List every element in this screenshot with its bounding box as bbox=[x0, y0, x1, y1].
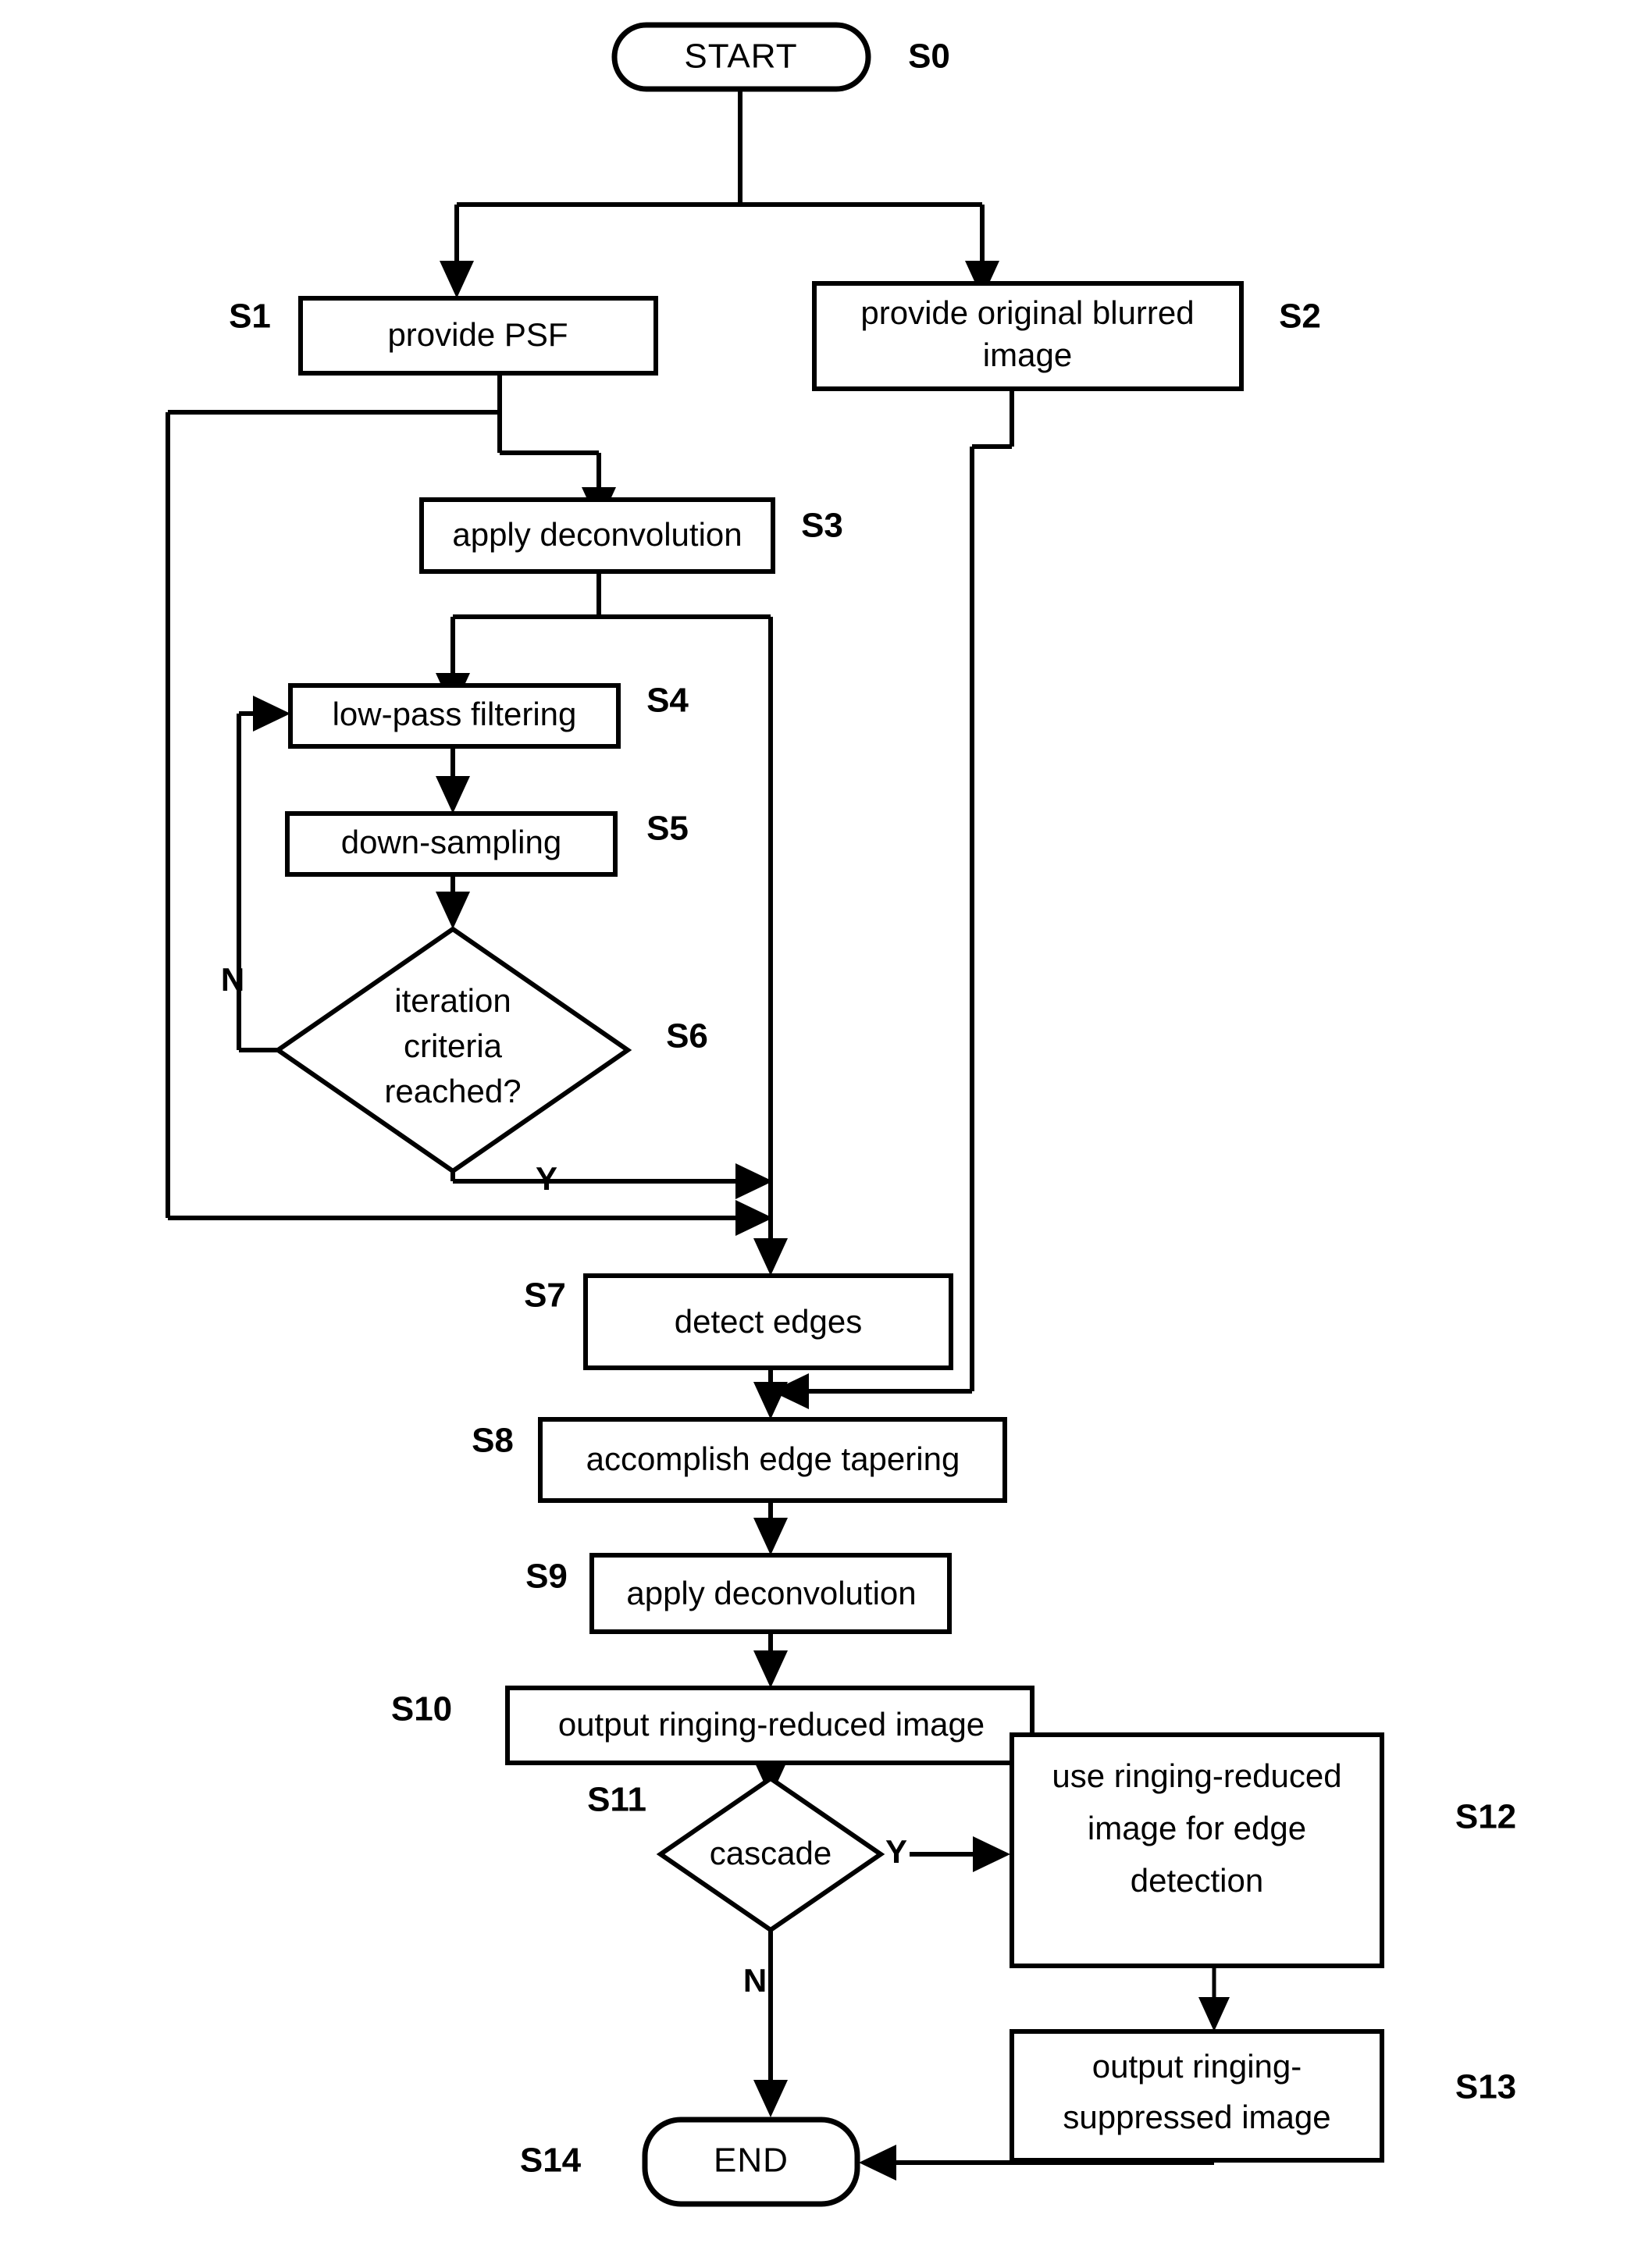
node-s5-down-sampling[interactable]: down-sampling bbox=[285, 811, 618, 877]
s6-label-line1: iteration bbox=[394, 982, 511, 1019]
s12-label-line2: image for edge bbox=[1088, 1810, 1306, 1846]
node-s10-output-ringing-reduced[interactable]: output ringing-reduced image bbox=[505, 1686, 1035, 1765]
step-label-s14: S14 bbox=[520, 2142, 582, 2180]
start-label: START bbox=[684, 37, 797, 76]
step-label-s6: S6 bbox=[666, 1017, 708, 1056]
step-label-s1: S1 bbox=[229, 297, 271, 336]
node-s4-low-pass-filtering[interactable]: low-pass filtering bbox=[288, 683, 621, 749]
node-s3-apply-deconvolution[interactable]: apply deconvolution bbox=[419, 497, 775, 574]
node-s6-iteration-criteria[interactable]: iteration criteria reached? bbox=[273, 926, 632, 1174]
node-s9-apply-deconvolution[interactable]: apply deconvolution bbox=[589, 1553, 952, 1634]
s9-label: apply deconvolution bbox=[626, 1575, 916, 1611]
arrowhead-s1 bbox=[440, 261, 474, 298]
arrowhead-s6-yes bbox=[735, 1163, 773, 1199]
node-s1-provide-psf[interactable]: provide PSF bbox=[298, 296, 658, 376]
arrowhead-s6 bbox=[436, 892, 470, 929]
arrowhead-s4-loop bbox=[253, 696, 290, 732]
s13-label-line2: suppressed image bbox=[1063, 2099, 1330, 2135]
s10-label: output ringing-reduced image bbox=[558, 1706, 985, 1743]
s2-label-line1: provide original blurred bbox=[860, 294, 1194, 331]
arrowhead-s12 bbox=[973, 1836, 1010, 1872]
arrowhead-s13 bbox=[1198, 1997, 1230, 2031]
flowchart-canvas: START S0 provide PSF S1 provide original… bbox=[0, 0, 1631, 2268]
branch-label-s11-no: N bbox=[743, 1962, 767, 1999]
flowchart-svg: START S0 provide PSF S1 provide original… bbox=[166, 22, 1516, 2207]
node-s11-cascade[interactable]: cascade bbox=[656, 1775, 885, 1933]
arrowhead-s10 bbox=[753, 1650, 788, 1688]
node-s14-end[interactable]: END bbox=[642, 2117, 860, 2207]
s7-label: detect edges bbox=[675, 1303, 863, 1340]
step-label-s12: S12 bbox=[1455, 1798, 1516, 1836]
s3-label: apply deconvolution bbox=[452, 516, 742, 553]
branch-label-s6-yes: Y bbox=[536, 1160, 557, 1197]
node-s7-detect-edges[interactable]: detect edges bbox=[583, 1273, 953, 1370]
arrowhead-s5 bbox=[436, 776, 470, 814]
node-s8-edge-tapering[interactable]: accomplish edge tapering bbox=[538, 1417, 1007, 1503]
step-label-s2: S2 bbox=[1279, 297, 1321, 336]
step-label-s0: S0 bbox=[908, 37, 950, 76]
arrowhead-end-right bbox=[859, 2145, 896, 2181]
s12-label-line1: use ringing-reduced bbox=[1052, 1757, 1341, 1794]
arrowhead-s7 bbox=[753, 1238, 788, 1276]
s5-label: down-sampling bbox=[341, 824, 561, 860]
arrowhead-end-top bbox=[753, 2080, 788, 2117]
s2-label-line2: image bbox=[983, 336, 1072, 373]
branch-label-s6-no: N bbox=[221, 961, 244, 998]
s6-label-line3: reached? bbox=[384, 1073, 521, 1109]
node-s0-start[interactable]: START bbox=[611, 22, 871, 92]
branch-label-s11-yes: Y bbox=[885, 1833, 907, 1870]
step-label-s8: S8 bbox=[472, 1422, 514, 1460]
arrowhead-s9 bbox=[753, 1518, 788, 1555]
step-label-s5: S5 bbox=[646, 810, 689, 848]
step-label-s10: S10 bbox=[391, 1690, 452, 1729]
end-label: END bbox=[714, 2142, 789, 2180]
s11-label: cascade bbox=[710, 1835, 832, 1871]
node-s12-use-ringing-reduced[interactable]: use ringing-reduced image for edge detec… bbox=[1010, 1732, 1384, 1968]
step-label-s13: S13 bbox=[1455, 2068, 1516, 2106]
arrowhead-outerloop bbox=[735, 1200, 773, 1236]
step-label-s9: S9 bbox=[525, 1558, 568, 1596]
step-label-s11: S11 bbox=[587, 1781, 646, 1819]
s13-label-line1: output ringing- bbox=[1092, 2048, 1302, 2085]
node-s13-output-ringing-suppressed[interactable]: output ringing- suppressed image bbox=[1010, 2029, 1384, 2163]
s8-label: accomplish edge tapering bbox=[586, 1440, 960, 1477]
step-label-s3: S3 bbox=[801, 507, 843, 545]
step-label-s4: S4 bbox=[646, 682, 689, 720]
node-s2-provide-blurred-image[interactable]: provide original blurred image bbox=[812, 281, 1244, 391]
s12-label-line3: detection bbox=[1131, 1862, 1263, 1899]
step-label-s7: S7 bbox=[524, 1276, 566, 1315]
arrowhead-s8 bbox=[753, 1382, 788, 1419]
s4-label: low-pass filtering bbox=[333, 696, 577, 732]
s1-label: provide PSF bbox=[387, 316, 568, 353]
s6-label-line2: criteria bbox=[404, 1027, 503, 1064]
